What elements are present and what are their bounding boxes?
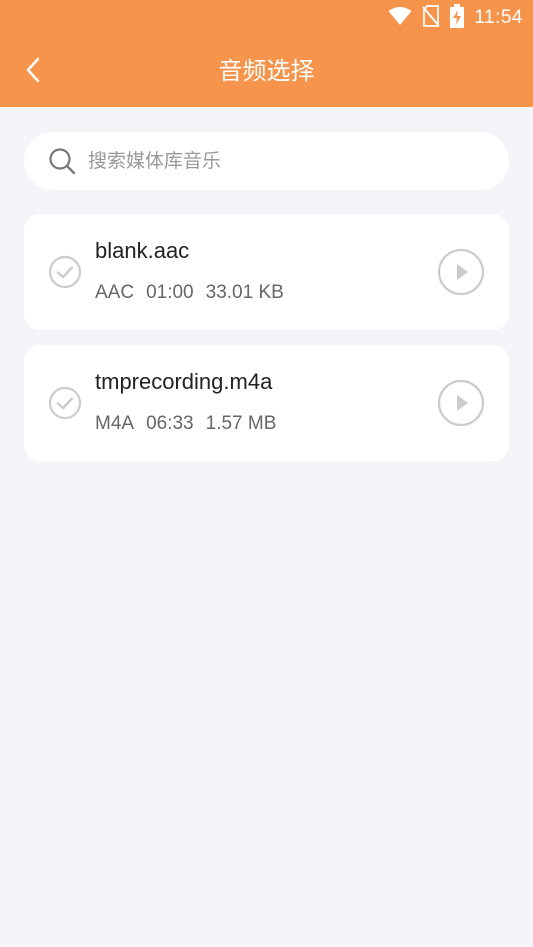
battery-charging-icon	[450, 4, 465, 32]
no-sim-icon	[422, 5, 441, 31]
play-icon[interactable]	[437, 379, 485, 427]
file-size: 1.57 MB	[205, 413, 277, 434]
audio-file-card[interactable]: blank.aac AAC 01:00 33.01 KB	[24, 214, 509, 330]
file-format: AAC	[95, 282, 135, 303]
file-name: blank.aac	[95, 238, 190, 263]
search-icon	[48, 147, 76, 175]
file-meta: M4A 06:33 1.57 MB	[95, 413, 276, 435]
search-bar[interactable]	[24, 132, 509, 190]
check-circle-icon[interactable]	[48, 386, 82, 420]
file-name: tmprecording.m4a	[95, 369, 273, 394]
search-input[interactable]	[88, 141, 468, 181]
file-size: 33.01 KB	[205, 282, 284, 303]
file-duration: 06:33	[146, 413, 194, 434]
wifi-icon	[388, 6, 412, 30]
play-icon[interactable]	[437, 248, 485, 296]
app-header: 11:54 音频选择	[0, 0, 533, 107]
status-icons: 11:54	[388, 4, 523, 32]
check-circle-icon[interactable]	[48, 255, 82, 289]
page-title: 音频选择	[218, 57, 315, 85]
file-meta: AAC 01:00 33.01 KB	[95, 282, 284, 304]
file-format: M4A	[95, 413, 135, 434]
file-duration: 01:00	[146, 282, 194, 303]
status-time: 11:54	[474, 7, 523, 28]
audio-file-card[interactable]: tmprecording.m4a M4A 06:33 1.57 MB	[24, 345, 509, 461]
status-bar: 11:54	[0, 0, 533, 36]
